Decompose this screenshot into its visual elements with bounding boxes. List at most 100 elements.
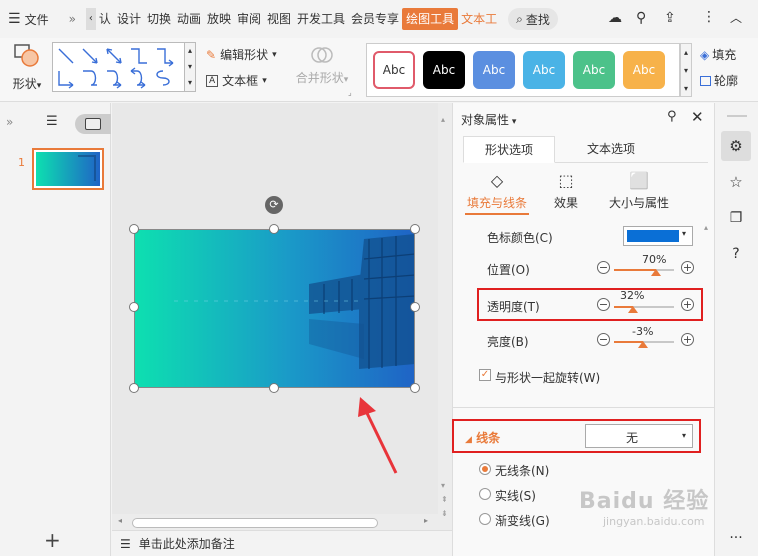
brightness-slider-thumb[interactable] — [638, 341, 649, 348]
horizontal-scroll-thumb[interactable] — [132, 518, 378, 528]
property-panel-button[interactable]: ⚙ — [721, 131, 751, 161]
resize-handle-top-left[interactable] — [129, 224, 139, 234]
edit-shape-button[interactable]: ✎ 编辑形状 ▾ — [206, 46, 277, 63]
export-icon[interactable]: ⇪ — [664, 10, 676, 26]
panel-title[interactable]: 对象属性 ▾ — [461, 111, 516, 128]
ribbon-tab[interactable]: 设计 — [114, 8, 144, 30]
brightness-decrease-button[interactable]: − — [597, 333, 610, 346]
slide-thumbnail[interactable] — [32, 148, 104, 190]
tab-text-options[interactable]: 文本选项 — [563, 136, 659, 163]
line-type-select[interactable]: 无 ▾ — [585, 424, 693, 448]
more-options-icon[interactable]: ⋮ — [702, 9, 716, 25]
scroll-right-arrow-icon[interactable]: ▸ — [424, 516, 428, 525]
line-gallery-scroll[interactable]: ▴ ▾ ▾ — [184, 42, 196, 92]
previous-page-icon[interactable]: ⇞ — [441, 495, 448, 504]
transparency-increase-button[interactable]: + — [681, 298, 694, 311]
props-scroll-up-icon[interactable]: ▴ — [704, 223, 708, 232]
resize-handle-bottom-right[interactable] — [410, 383, 420, 393]
shape-style-swatch[interactable]: Abc — [523, 51, 565, 89]
line-section-header[interactable]: ◢ 线条 — [465, 429, 500, 446]
brightness-slider[interactable]: -3% — [614, 325, 682, 349]
transition-button[interactable]: ❐ — [721, 203, 751, 233]
scroll-left-arrow-icon[interactable]: ◂ — [118, 516, 122, 525]
ribbon-tab[interactable]: 绘图工具 — [402, 8, 459, 30]
tab-shape-options[interactable]: 形状选项 — [463, 136, 555, 163]
subtab-effect[interactable]: ⬚ 效果 — [543, 171, 589, 211]
ribbon-tab[interactable]: 审阅 — [234, 8, 264, 30]
size-icon: ⬜ — [629, 171, 649, 190]
slides-icon: ❐ — [729, 210, 743, 226]
outline-view-icon[interactable]: ☰ — [46, 114, 58, 129]
animation-button[interactable]: ☆ — [721, 167, 751, 197]
outline-button[interactable]: 轮廓 — [700, 72, 738, 89]
radio-solid-line[interactable] — [479, 488, 491, 500]
textbox-button[interactable]: A 文本框 ▾ — [206, 72, 267, 89]
vertical-scrollbar[interactable]: ▴ ▾ ⇞ ⇟ — [438, 103, 452, 530]
ribbon-tab[interactable]: 文本工 — [458, 8, 500, 30]
radio-gradient-line[interactable] — [479, 513, 491, 525]
slide-canvas[interactable]: ⟳ ◂ ▸ — [112, 103, 438, 530]
transparency-decrease-button[interactable]: − — [597, 298, 610, 311]
resize-handle-bottom[interactable] — [269, 383, 279, 393]
search-button[interactable]: ⌕ 查找 — [508, 8, 558, 30]
scroll-left-icon[interactable]: ‹ — [85, 8, 96, 30]
more-tabs-icon[interactable]: » — [69, 12, 76, 26]
merge-shape-button[interactable]: 合并形状▾ — [292, 44, 352, 86]
shape-button[interactable]: 形状▾ — [8, 42, 46, 98]
rotate-handle-icon[interactable]: ⟳ — [265, 196, 283, 214]
ribbon-dialog-launcher-icon[interactable]: ⌟ — [348, 88, 352, 97]
style-gallery-scroll[interactable]: ▴ ▾ ▾ — [680, 43, 692, 97]
position-slider-thumb[interactable] — [651, 269, 661, 276]
ribbon-tab[interactable]: 开发工具 — [294, 8, 348, 30]
transparency-slider[interactable]: 32% — [614, 289, 682, 314]
ribbon-tab[interactable]: 放映 — [204, 8, 234, 30]
stop-color-picker[interactable]: ▾ — [623, 226, 693, 246]
file-menu-button[interactable]: ☰ 文件 — [0, 5, 57, 33]
stop-color-label: 色标颜色(C) — [487, 231, 553, 245]
position-decrease-button[interactable]: − — [597, 261, 610, 274]
props-scrollbar[interactable]: ▴ — [703, 223, 713, 553]
scroll-up-arrow-icon[interactable]: ▴ — [441, 115, 445, 124]
brightness-increase-button[interactable]: + — [681, 333, 694, 346]
fill-button[interactable]: ◈ 填充 — [700, 46, 736, 63]
position-slider[interactable]: 70% — [614, 253, 682, 277]
add-slide-icon[interactable]: + — [44, 528, 61, 552]
rotate-with-shape-checkbox[interactable]: ✓ — [479, 369, 491, 381]
cloud-sync-icon[interactable]: ☁ — [608, 10, 622, 26]
shape-style-swatch[interactable]: Abc — [473, 51, 515, 89]
ribbon-tab[interactable]: 视图 — [264, 8, 294, 30]
radio-no-line[interactable] — [479, 463, 491, 475]
line-section-label: 线条 — [476, 431, 501, 445]
position-increase-button[interactable]: + — [681, 261, 694, 274]
subtab-size-property[interactable]: ⬜ 大小与属性 — [601, 171, 677, 211]
ribbon-tab[interactable]: 动画 — [174, 8, 204, 30]
star-icon: ☆ — [729, 173, 743, 191]
resize-handle-bottom-left[interactable] — [129, 383, 139, 393]
transparency-slider-thumb[interactable] — [628, 306, 639, 313]
subtab-fill-line[interactable]: ◇ 填充与线条 — [465, 171, 529, 215]
next-page-icon[interactable]: ⇟ — [441, 509, 448, 518]
ribbon-tab[interactable]: 认 — [96, 8, 114, 30]
shape-style-swatch[interactable]: Abc — [623, 51, 665, 89]
notes-bar[interactable]: ☰ 单击此处添加备注 — [112, 530, 452, 556]
scroll-down-arrow-icon[interactable]: ▾ — [441, 481, 445, 490]
help-button[interactable]: ? — [721, 239, 751, 269]
shape-style-swatch[interactable]: Abc — [573, 51, 615, 89]
ribbon-tab[interactable]: 会员专享 — [348, 8, 402, 30]
slide-view-toggle[interactable] — [75, 114, 111, 134]
resize-handle-right[interactable] — [410, 302, 420, 312]
horizontal-scrollbar[interactable]: ◂ ▸ — [112, 514, 438, 530]
more-tools-button[interactable]: ··· — [721, 523, 751, 553]
ribbon-tab[interactable]: 切换 — [144, 8, 174, 30]
pin-icon[interactable]: ⚲ — [667, 109, 677, 124]
resize-handle-top-right[interactable] — [410, 224, 420, 234]
close-icon[interactable]: ✕ — [691, 108, 704, 126]
expand-panel-icon[interactable]: » — [6, 115, 13, 129]
collapse-ribbon-icon[interactable]: ︿ — [730, 9, 742, 26]
resize-handle-top[interactable] — [269, 224, 279, 234]
share-user-icon[interactable]: ⚲ — [636, 10, 646, 26]
line-shapes-gallery[interactable] — [52, 42, 194, 92]
shape-style-swatch[interactable]: Abc — [423, 51, 465, 89]
resize-handle-left[interactable] — [129, 302, 139, 312]
shape-style-swatch[interactable]: Abc — [373, 51, 415, 89]
